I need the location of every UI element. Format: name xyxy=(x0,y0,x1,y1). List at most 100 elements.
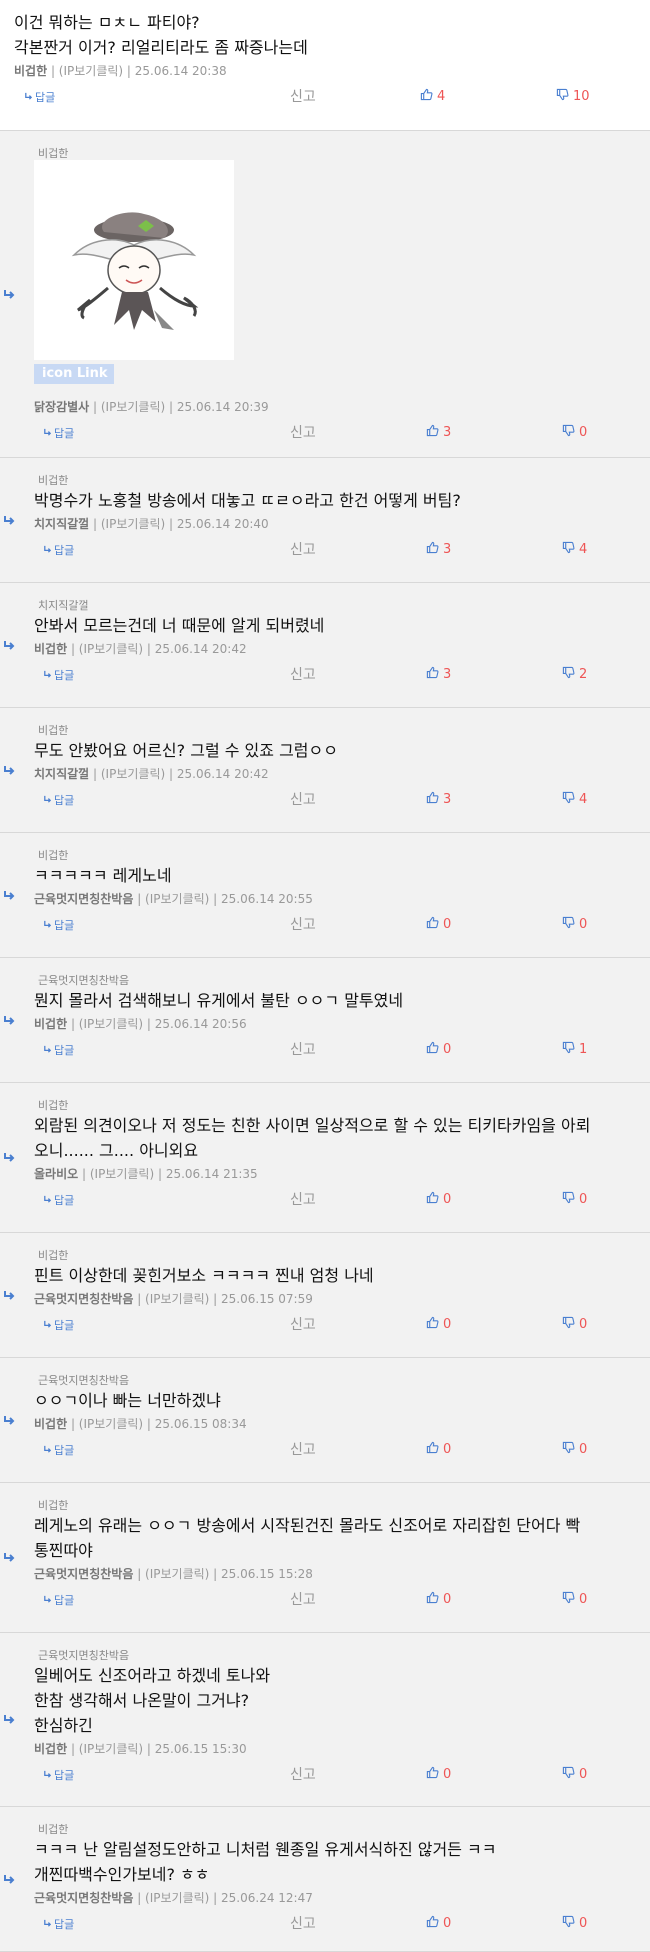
downvote-button[interactable]: 4 xyxy=(562,541,587,558)
ip-view-link[interactable]: (IP보기클릭) xyxy=(101,400,165,414)
author-nick[interactable]: 근육멋지면칭찬박음 xyxy=(34,892,133,906)
upvote-button[interactable]: 3 xyxy=(426,424,451,441)
comment-date: 25.06.14 20:42 xyxy=(176,767,269,781)
ip-view-link[interactable]: (IP보기클릭) xyxy=(101,517,165,531)
upvote-count: 0 xyxy=(443,917,452,932)
reply-button[interactable]: 답글 xyxy=(43,667,74,683)
reply-button[interactable]: 답글 xyxy=(43,1916,74,1932)
author-nick[interactable]: 근육멋지면칭찬박음 xyxy=(34,1292,133,1306)
downvote-button[interactable]: 0 xyxy=(562,916,587,933)
separator: | xyxy=(89,767,101,781)
upvote-button[interactable]: 3 xyxy=(426,666,451,683)
ip-view-link[interactable]: (IP보기클릭) xyxy=(145,1891,209,1905)
downvote-button[interactable]: 10 xyxy=(556,88,590,105)
reply-button[interactable]: 답글 xyxy=(43,425,74,441)
report-button[interactable]: 신고 xyxy=(290,422,316,442)
report-button[interactable]: 신고 xyxy=(290,1189,316,1209)
reply-button[interactable]: 답글 xyxy=(43,1442,74,1458)
upvote-button[interactable]: 0 xyxy=(426,1041,451,1058)
report-button[interactable]: 신고 xyxy=(290,1039,316,1059)
downvote-button[interactable]: 0 xyxy=(562,1591,587,1608)
report-button[interactable]: 신고 xyxy=(290,914,316,934)
thumbs-down-icon xyxy=(562,1591,575,1608)
upvote-button[interactable]: 4 xyxy=(420,88,445,105)
downvote-count: 0 xyxy=(579,1317,588,1332)
ip-view-link[interactable]: (IP보기클릭) xyxy=(79,1742,143,1756)
comment-meta: 근육멋지면칭찬박음 | (IP보기클릭) | 25.06.15 07:59 xyxy=(34,1290,313,1307)
ip-view-link[interactable]: (IP보기클릭) xyxy=(79,1017,143,1031)
reply-button[interactable]: 답글 xyxy=(43,1767,74,1783)
upvote-button[interactable]: 3 xyxy=(426,541,451,558)
ip-view-link[interactable]: (IP보기클릭) xyxy=(79,642,143,656)
upvote-button[interactable]: 0 xyxy=(426,1915,451,1932)
report-button[interactable]: 신고 xyxy=(290,1764,316,1784)
author-nick[interactable]: 비겁한 xyxy=(34,1017,67,1031)
upvote-button[interactable]: 0 xyxy=(426,1316,451,1333)
upvote-button[interactable]: 0 xyxy=(426,1766,451,1783)
reply-button[interactable]: 답글 xyxy=(43,1042,74,1058)
comment-actions: 답글 신고 0 0 xyxy=(0,1913,650,1933)
ip-view-link[interactable]: (IP보기클릭) xyxy=(145,892,209,906)
reply-target-nick: 비겁한 xyxy=(38,1823,69,1836)
upvote-button[interactable]: 3 xyxy=(426,791,451,808)
report-button[interactable]: 신고 xyxy=(290,1439,316,1459)
report-button[interactable]: 신고 xyxy=(290,1314,316,1334)
thumbs-up-icon xyxy=(426,791,439,808)
ip-view-link[interactable]: (IP보기클릭) xyxy=(145,1567,209,1581)
upvote-button[interactable]: 0 xyxy=(426,1591,451,1608)
reply-button[interactable]: 답글 xyxy=(24,89,55,105)
comment-text: ㅋㅋㅋ 난 알림설정도안하고 니처럼 웬종일 유게서식하진 않거든 ㅋㅋ 개찐따백… xyxy=(34,1837,642,1887)
author-nick[interactable]: 닭장감별사 xyxy=(34,400,89,414)
downvote-button[interactable]: 0 xyxy=(562,1441,587,1458)
ip-view-link[interactable]: (IP보기클릭) xyxy=(145,1292,209,1306)
reply-icon xyxy=(43,1444,52,1457)
reply-button[interactable]: 답글 xyxy=(43,542,74,558)
author-nick[interactable]: 올라비오 xyxy=(34,1167,78,1181)
downvote-button[interactable]: 4 xyxy=(562,791,587,808)
upvote-button[interactable]: 0 xyxy=(426,1441,451,1458)
report-button[interactable]: 신고 xyxy=(290,664,316,684)
report-button[interactable]: 신고 xyxy=(290,86,316,106)
reply-label: 답글 xyxy=(54,1444,75,1457)
comment-actions: 답글 신고 0 0 xyxy=(0,1439,650,1459)
downvote-button[interactable]: 1 xyxy=(562,1041,587,1058)
author-nick[interactable]: 비겁한 xyxy=(34,1742,67,1756)
author-nick[interactable]: 치지직갈껄 xyxy=(34,517,89,531)
downvote-button[interactable]: 0 xyxy=(562,424,587,441)
reply-button[interactable]: 답글 xyxy=(43,1317,74,1333)
ip-view-link[interactable]: (IP보기클릭) xyxy=(79,1417,143,1431)
author-nick[interactable]: 근육멋지면칭찬박음 xyxy=(34,1891,133,1905)
upvote-button[interactable]: 0 xyxy=(426,1191,451,1208)
downvote-button[interactable]: 0 xyxy=(562,1316,587,1333)
downvote-button[interactable]: 0 xyxy=(562,1766,587,1783)
upvote-count: 3 xyxy=(443,542,452,557)
comment-line: 한참 생각해서 나온말이 그거냐? xyxy=(34,1691,250,1710)
ip-view-link[interactable]: (IP보기클릭) xyxy=(90,1167,154,1181)
author-nick[interactable]: 비겁한 xyxy=(34,642,67,656)
icon-link[interactable]: icon Link xyxy=(34,364,114,384)
comment-actions: 답글 신고 3 2 xyxy=(0,664,650,684)
downvote-button[interactable]: 0 xyxy=(562,1915,587,1932)
ip-view-link[interactable]: (IP보기클릭) xyxy=(59,64,123,78)
author-nick[interactable]: 치지직갈껄 xyxy=(34,767,89,781)
reply-button[interactable]: 답글 xyxy=(43,1592,74,1608)
report-button[interactable]: 신고 xyxy=(290,1913,316,1933)
reply-arrow-icon xyxy=(3,890,17,902)
reply-button[interactable]: 답글 xyxy=(43,917,74,933)
ip-view-link[interactable]: (IP보기클릭) xyxy=(101,767,165,781)
report-button[interactable]: 신고 xyxy=(290,789,316,809)
thumbs-down-icon xyxy=(562,1041,575,1058)
report-button[interactable]: 신고 xyxy=(290,1589,316,1609)
comment-text: 핀트 이상한데 꽂힌거보소 ㅋㅋㅋㅋ 찐내 엄청 나네 xyxy=(34,1263,642,1288)
reply-button[interactable]: 답글 xyxy=(43,792,74,808)
downvote-button[interactable]: 0 xyxy=(562,1191,587,1208)
author-nick[interactable]: 근육멋지면칭찬박음 xyxy=(34,1567,133,1581)
downvote-count: 0 xyxy=(579,917,588,932)
report-button[interactable]: 신고 xyxy=(290,539,316,559)
upvote-button[interactable]: 0 xyxy=(426,916,451,933)
author-nick[interactable]: 비겁한 xyxy=(14,64,47,78)
comment-image[interactable] xyxy=(34,160,234,360)
author-nick[interactable]: 비겁한 xyxy=(34,1417,67,1431)
reply-button[interactable]: 답글 xyxy=(43,1192,74,1208)
downvote-button[interactable]: 2 xyxy=(562,666,587,683)
